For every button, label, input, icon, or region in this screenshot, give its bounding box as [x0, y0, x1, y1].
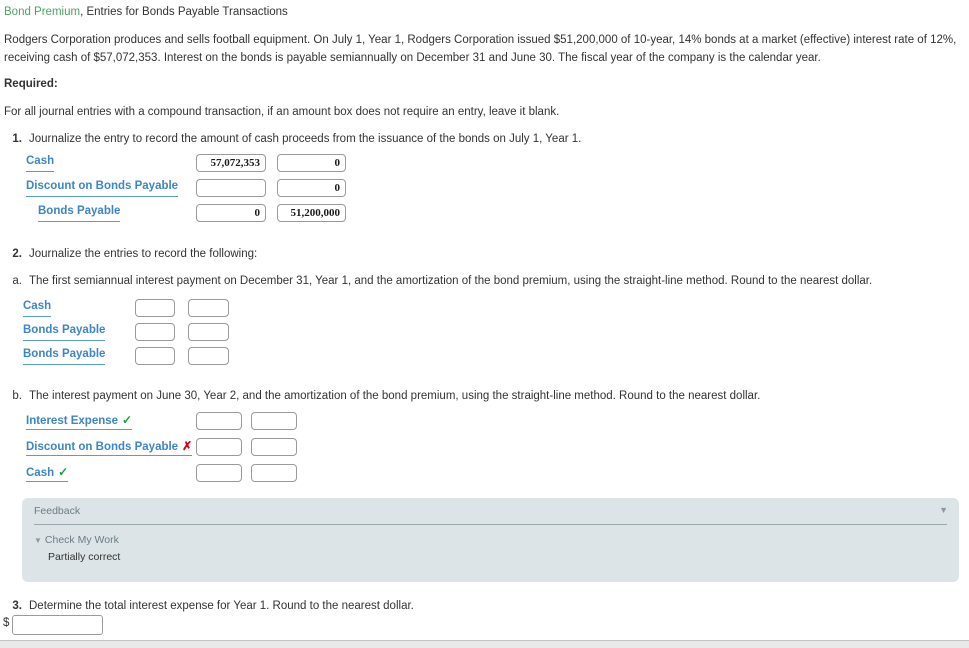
- debit-amount-input[interactable]: [135, 347, 175, 365]
- question-3-text: Determine the total interest expense for…: [29, 600, 414, 612]
- correct-check-icon: ✓: [122, 413, 133, 427]
- question-2-text: Journalize the entries to record the fol…: [29, 248, 258, 260]
- question-2b: b. The interest payment on June 30, Year …: [4, 390, 760, 402]
- question-1-text: Journalize the entry to record the amoun…: [29, 133, 582, 145]
- credit-amount-input[interactable]: [188, 323, 229, 341]
- question-2a-letter: a.: [12, 275, 22, 287]
- account-link[interactable]: Cash: [26, 155, 55, 172]
- question-1-number: 1.: [12, 133, 22, 145]
- credit-amount-input[interactable]: [188, 299, 229, 317]
- account-link[interactable]: Cash: [23, 300, 52, 317]
- debit-amount-input[interactable]: [196, 438, 242, 456]
- required-label: Required:: [4, 78, 58, 90]
- feedback-panel: Feedback ▼ ▼ Check My Work Partially corr…: [22, 498, 959, 582]
- feedback-result-text: Partially correct: [48, 551, 121, 563]
- account-link[interactable]: Bonds Payable: [23, 324, 106, 341]
- debit-amount-input[interactable]: 57,072,353: [196, 154, 266, 172]
- credit-amount-input[interactable]: 0: [277, 179, 346, 197]
- credit-amount-input[interactable]: [188, 347, 229, 365]
- caret-down-icon: ▼: [34, 536, 42, 545]
- question-2b-text: The interest payment on June 30, Year 2,…: [29, 390, 761, 402]
- account-link[interactable]: Bonds Payable: [23, 348, 106, 365]
- check-my-work-toggle[interactable]: ▼ Check My Work: [34, 534, 119, 546]
- chevron-down-icon[interactable]: ▼: [939, 504, 948, 516]
- debit-amount-input[interactable]: 0: [196, 204, 266, 222]
- question-3: 3. Determine the total interest expense f…: [4, 600, 414, 612]
- account-link-label: Discount on Bonds Payable: [26, 441, 179, 453]
- feedback-divider: [34, 524, 947, 525]
- problem-statement: Rodgers Corporation produces and sells f…: [4, 34, 957, 64]
- blank-entry-note: For all journal entries with a compound …: [4, 106, 560, 118]
- check-my-work-label: Check My Work: [44, 534, 119, 546]
- total-interest-expense-input[interactable]: [12, 615, 103, 635]
- account-link[interactable]: Discount on Bonds Payable ✗: [26, 439, 193, 456]
- bottom-scroll-bar[interactable]: [0, 640, 969, 648]
- question-2b-letter: b.: [12, 390, 22, 402]
- credit-amount-input[interactable]: [251, 412, 297, 430]
- debit-amount-input[interactable]: [196, 412, 242, 430]
- credit-amount-input[interactable]: [251, 438, 297, 456]
- question-3-number: 3.: [12, 600, 22, 612]
- account-link[interactable]: Discount on Bonds Payable: [26, 180, 179, 197]
- question-1: 1. Journalize the entry to record the amo…: [4, 133, 581, 145]
- incorrect-x-icon: ✗: [182, 439, 193, 453]
- credit-amount-input[interactable]: [251, 464, 297, 482]
- debit-amount-input[interactable]: [196, 179, 266, 197]
- currency-symbol: $: [3, 617, 10, 629]
- account-link[interactable]: Cash ✓: [26, 465, 69, 482]
- account-link[interactable]: Bonds Payable: [38, 205, 121, 222]
- debit-amount-input[interactable]: [135, 323, 175, 341]
- question-2: 2. Journalize the entries to record the f…: [4, 248, 257, 260]
- question-2a: a. The first semiannual interest payment …: [4, 275, 872, 287]
- worksheet-page: Bond Premium, Entries for Bonds Payable …: [0, 0, 969, 640]
- page-title-rest: , Entries for Bonds Payable Transactions: [80, 6, 288, 18]
- credit-amount-input[interactable]: 51,200,000: [277, 204, 346, 222]
- question-2-number: 2.: [12, 248, 22, 260]
- credit-amount-input[interactable]: 0: [277, 154, 346, 172]
- debit-amount-input[interactable]: [135, 299, 175, 317]
- account-link-label: Interest Expense: [26, 415, 119, 427]
- correct-check-icon: ✓: [58, 465, 69, 479]
- page-title: Bond Premium, Entries for Bonds Payable …: [4, 6, 288, 18]
- page-title-highlight: Bond Premium: [4, 6, 81, 18]
- question-2a-text: The first semiannual interest payment on…: [29, 275, 873, 287]
- account-link-label: Cash: [26, 467, 55, 479]
- feedback-title: Feedback: [34, 505, 81, 517]
- debit-amount-input[interactable]: [196, 464, 242, 482]
- account-link[interactable]: Interest Expense ✓: [26, 413, 133, 430]
